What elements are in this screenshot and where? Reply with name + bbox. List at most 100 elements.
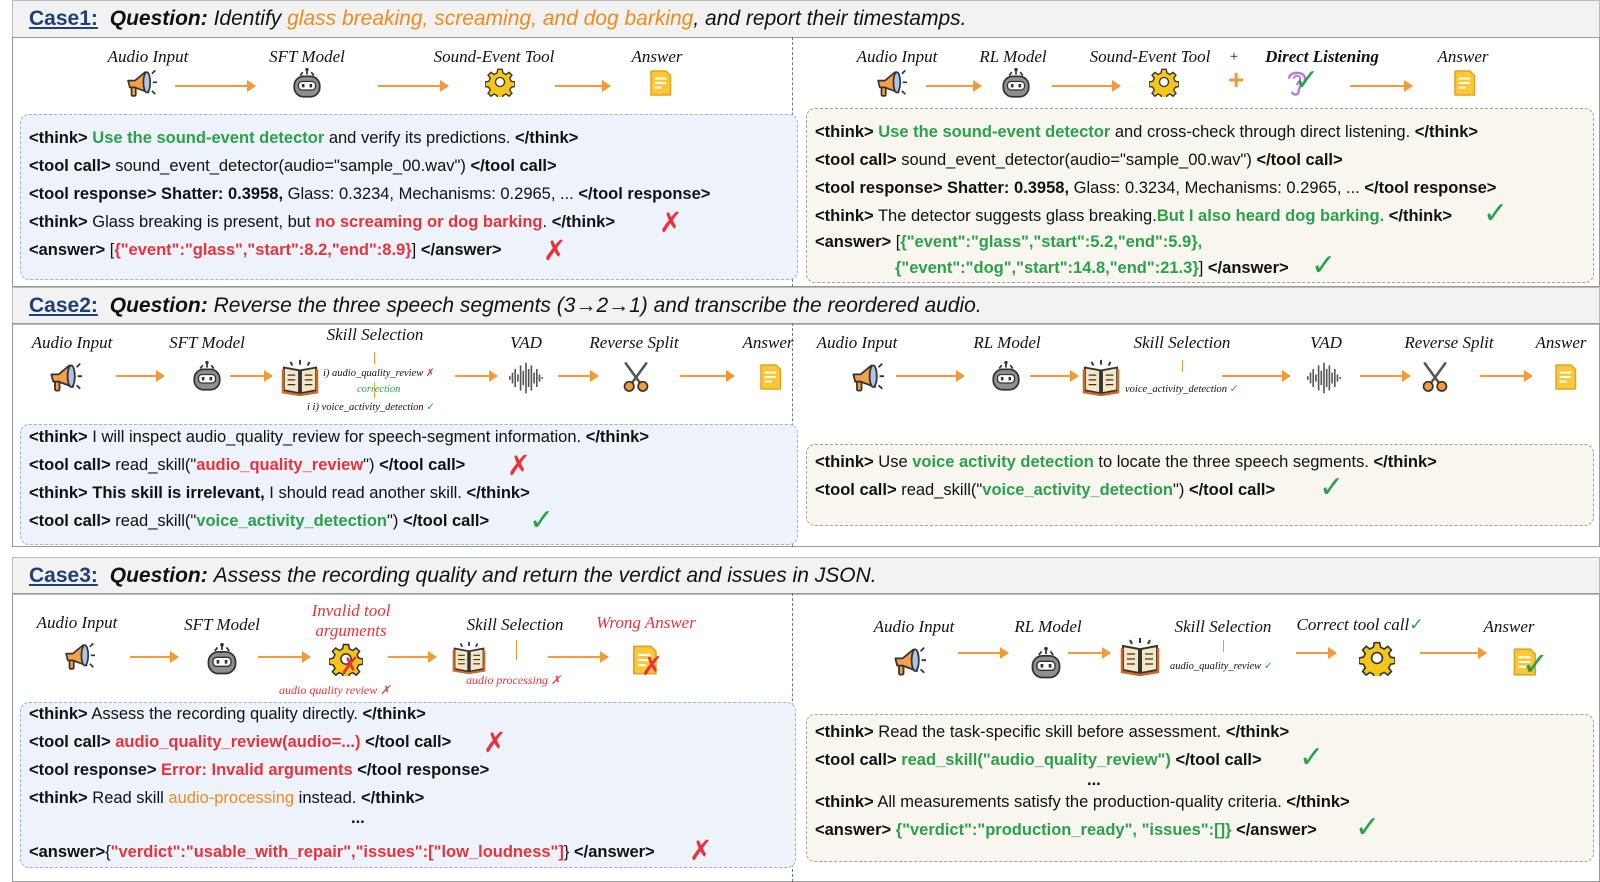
case2-left-stage-reverse-split: Reverse Split: [589, 333, 679, 352]
connector: [516, 640, 517, 660]
arrow: [116, 370, 165, 382]
speaker-icon: [890, 644, 926, 680]
trace-line: <tool response> Shatter: 0.3958, Glass: …: [815, 179, 1497, 197]
trace-line: <think> Glass breaking is present, but n…: [29, 213, 615, 231]
trace-line: <think> Use the sound-event detector and…: [29, 129, 579, 147]
trace-line: <answer> [{"event":"glass","start":8.2,"…: [29, 241, 502, 259]
case1-left-stage-answer: Answer: [631, 47, 683, 66]
check-icon: ✓: [1294, 63, 1320, 98]
plus-icon: +: [1228, 64, 1245, 95]
trace-line: <answer> {"verdict":"production_ready", …: [815, 821, 1317, 839]
speaker-icon: [46, 360, 82, 396]
arrow: [1222, 370, 1291, 382]
case2-right-stage-audio-input: Audio Input: [816, 333, 898, 352]
case2-left-stage-sft-model: SFT Model: [169, 333, 245, 352]
scissors-icon: [1418, 360, 1452, 394]
cross-icon: ✗: [543, 234, 567, 267]
skill-note-right: voice_activity_detection ✓: [1125, 384, 1239, 395]
tool-note: audio quality review ✗: [279, 683, 391, 697]
cross-icon: ✗: [507, 449, 531, 482]
skill-note-right: audio_quality_review ✓: [1170, 661, 1273, 672]
case2-left-stage-skill-selection: Skill Selection: [326, 325, 424, 344]
connector: [374, 352, 375, 364]
connector: [1182, 360, 1183, 372]
case2-right-stage-vad: VAD: [1310, 333, 1342, 352]
case3-right-stage-answer: Answer: [1483, 617, 1535, 636]
gear-icon: [1149, 67, 1179, 97]
case3-header: Case3: Question: Assess the recording qu…: [12, 557, 1600, 595]
trace-line: <think> All measurements satisfy the pro…: [815, 793, 1350, 811]
case1-right-stage-audio-input: Audio Input: [856, 47, 938, 66]
arrow: [175, 80, 256, 92]
case2-left-trace-box: <think> I will inspect audio_quality_rev…: [20, 424, 798, 545]
cross-icon: ✗: [659, 206, 683, 239]
book-icon: [1120, 636, 1160, 676]
arrow: [1350, 80, 1413, 92]
case2-left-stage-audio-input: Audio Input: [31, 333, 113, 352]
robot-icon: [204, 642, 240, 678]
arrow: [680, 370, 735, 382]
case1-right-stage-rl-model: RL Model: [979, 47, 1047, 66]
note-icon: [755, 362, 785, 392]
case2-question-label: Question:: [109, 294, 208, 317]
arrow: [1296, 647, 1337, 659]
trace-line: <think> Use the sound-event detector and…: [815, 123, 1479, 141]
robot-icon: [999, 67, 1033, 101]
robot-icon: [1028, 646, 1064, 682]
arrow: [555, 80, 611, 92]
case1-left-stage-sound-event-tool: Sound-Event Tool: [433, 47, 555, 66]
trace-line: <tool response> Error: Invalid arguments…: [29, 761, 490, 779]
case2-header: Case2: Question: Reverse the three speec…: [12, 287, 1600, 325]
case2-right-stage-answer: Answer: [1535, 333, 1587, 352]
check-icon: ✓: [1319, 470, 1345, 505]
arrow: [130, 651, 179, 663]
arrow: [958, 647, 1009, 659]
trace-line: <tool call> read_skill("audio_quality_re…: [815, 751, 1262, 769]
cross-icon: ✗: [689, 834, 713, 867]
case1-right-trace-box: <think> Use the sound-event detector and…: [806, 108, 1594, 283]
note-icon: [645, 68, 675, 98]
arrow: [258, 651, 311, 663]
case3-right-stage-skill-selection: Skill Selection: [1174, 617, 1272, 636]
check-icon: ✓: [1483, 196, 1509, 231]
case2-right-stage-reverse-split: Reverse Split: [1404, 333, 1494, 352]
robot-icon: [989, 360, 1023, 394]
case3-left-stage-wrong-answer: Wrong Answer: [596, 613, 696, 632]
arrow: [378, 80, 449, 92]
arrow: [455, 370, 498, 382]
case1-question-label: Question:: [109, 7, 208, 30]
case1-left-stage-sft-model: SFT Model: [269, 47, 345, 66]
arrow: [1052, 80, 1121, 92]
note-icon: [1449, 68, 1479, 98]
skill-note-second: i i) voice_activity_detection ✓: [307, 402, 436, 413]
case3-left-stage-invalid-tool: Invalid tool: [311, 601, 391, 620]
case3-left-trace-box: <think> Assess the recording quality dir…: [20, 702, 796, 868]
check-icon: ✓: [1355, 810, 1381, 845]
case1-question-highlight: glass breaking, screaming, and dog barki…: [287, 7, 694, 30]
skill-note: audio processing ✗: [466, 673, 561, 687]
skill-note-correction: correction: [357, 384, 401, 395]
case3-left-stage-arguments: arguments: [315, 621, 387, 640]
arrow: [896, 370, 965, 382]
case1-number: Case1:: [29, 7, 98, 30]
scissors-icon: [619, 360, 653, 394]
trace-line: <answer>{"verdict":"usable_with_repair",…: [29, 843, 655, 861]
waveform-icon: [1305, 360, 1343, 396]
gear-icon: [1359, 640, 1395, 676]
connector: [1223, 640, 1224, 652]
case1-header: Case1: Question: Identify glass breaking…: [12, 0, 1600, 38]
case3-left-stage-sft-model: SFT Model: [184, 615, 260, 634]
case3-question-text: Assess the recording quality and return …: [213, 564, 877, 587]
case3-right-stage-rl-model: RL Model: [1014, 617, 1082, 636]
trace-line: {"event":"dog","start":14.8,"end":21.3}]…: [895, 259, 1289, 277]
arrow: [1420, 647, 1487, 659]
cross-icon: ✗: [483, 726, 507, 759]
case2-right-trace-box: <think> Use voice activity detection to …: [806, 444, 1594, 526]
case3-question-label: Question:: [109, 564, 208, 587]
arrow: [1480, 370, 1533, 382]
case2-left-stage-answer: Answer: [742, 333, 794, 352]
trace-line: <answer> [{"event":"glass","start":5.2,"…: [815, 233, 1203, 251]
waveform-icon: [507, 360, 545, 396]
arrow: [1030, 370, 1079, 382]
case3-left-stage-skill-selection: Skill Selection: [466, 615, 564, 634]
